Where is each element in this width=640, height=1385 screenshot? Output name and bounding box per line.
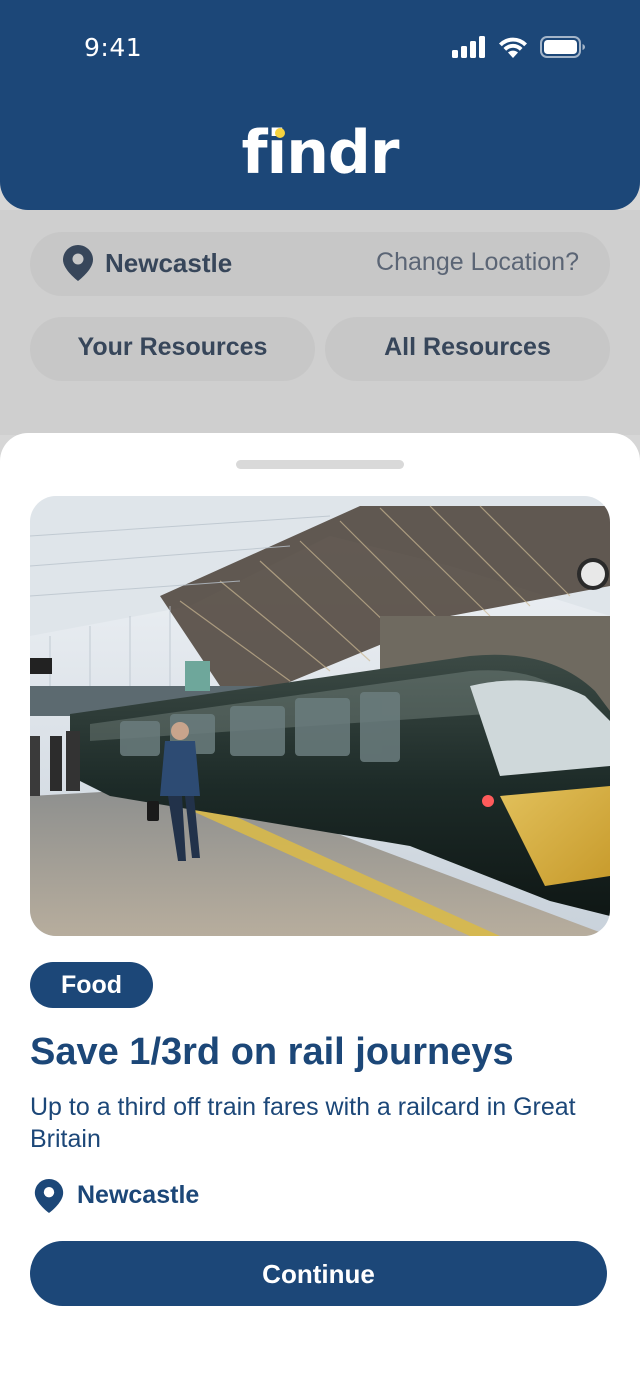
resource-image [30,496,610,936]
status-icons [452,36,586,58]
change-location-link[interactable]: Change Location? [376,248,579,277]
category-badge: Food [30,962,153,1008]
location-pin-icon [34,1179,64,1213]
resource-title: Save 1/3rd on rail journeys [30,1031,514,1073]
app-header: 9:41 findr [0,0,640,210]
status-time: 9:41 [84,33,143,62]
findr-logo: findr [241,118,400,188]
continue-button[interactable]: Continue [30,1241,607,1306]
tab-your-resources-label: Your Resources [77,333,268,361]
signal-icon [452,36,485,58]
battery-icon [540,36,585,58]
train-photo-icon [30,496,610,936]
resource-description: Up to a third off train fares with a rai… [30,1093,576,1153]
location-pin-icon [63,245,93,281]
current-location: Newcastle [105,248,233,278]
tab-all-resources-label: All Resources [384,333,551,361]
wifi-icon [499,37,527,58]
logo-dot [275,128,285,138]
sheet-drag-handle[interactable] [236,460,404,469]
resource-location: Newcastle [77,1181,200,1209]
